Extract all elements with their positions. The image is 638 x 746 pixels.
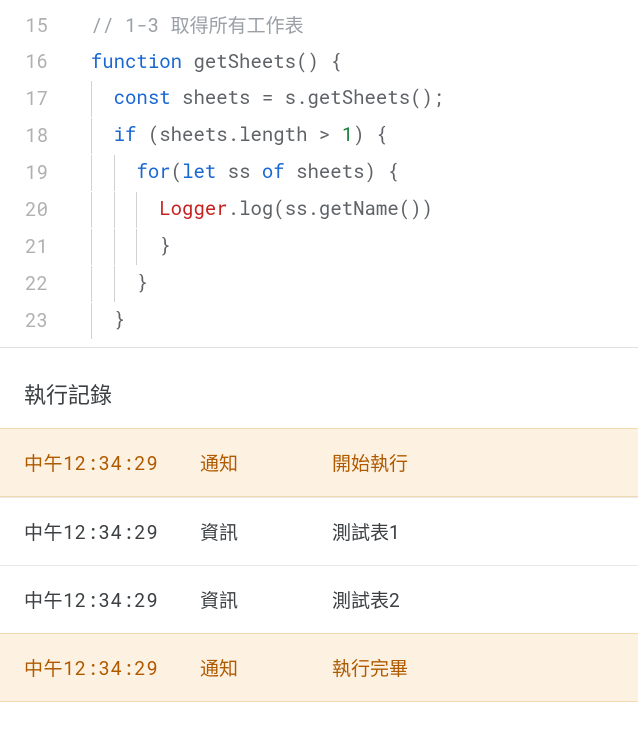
code-token: () { <box>296 49 342 74</box>
indent-guide <box>114 266 115 302</box>
indent-guide <box>114 155 115 191</box>
code-content[interactable]: } <box>68 228 638 265</box>
code-editor[interactable]: 15 // 1-3 取得所有工作表16 function getSheets()… <box>0 0 638 347</box>
log-type: 通知 <box>200 449 332 476</box>
indent-guide <box>91 303 92 339</box>
code-token: of <box>262 159 285 184</box>
code-token: ( <box>273 196 284 221</box>
code-token: // 1-3 取得所有工作表 <box>91 13 304 38</box>
code-line[interactable]: 20 Logger.log(ss.getName()) <box>0 191 638 228</box>
code-token: getSheets <box>193 49 296 74</box>
code-token: sheets <box>285 159 365 184</box>
line-number: 20 <box>0 192 68 228</box>
code-token: 1 <box>342 122 353 147</box>
code-token: ()) <box>399 196 433 221</box>
code-token: s. <box>273 85 307 110</box>
code-token: } <box>136 270 147 295</box>
log-timestamp: 中午12:34:29 <box>24 449 200 476</box>
code-content[interactable]: // 1-3 取得所有工作表 <box>68 8 638 44</box>
indent-guide <box>91 118 92 154</box>
code-line[interactable]: 15 // 1-3 取得所有工作表 <box>0 8 638 44</box>
indent-guide <box>136 192 137 228</box>
execution-log-table: 中午12:34:29通知開始執行中午12:34:29資訊測試表1中午12:34:… <box>0 428 638 702</box>
line-number: 15 <box>0 8 68 44</box>
log-message: 執行完畢 <box>332 654 614 681</box>
code-token: let <box>182 159 216 184</box>
code-content[interactable]: function getSheets() { <box>68 44 638 80</box>
code-token: log <box>239 196 273 221</box>
code-token: = <box>262 85 273 110</box>
code-token: ) { <box>353 122 387 147</box>
line-number: 16 <box>0 44 68 80</box>
code-token <box>330 122 341 147</box>
code-token: Logger <box>159 196 227 221</box>
code-token: ss. <box>285 196 319 221</box>
code-content[interactable]: const sheets = s.getSheets(); <box>68 80 638 117</box>
code-token: getName <box>319 196 399 221</box>
code-token: length <box>239 122 307 147</box>
indent-guide <box>91 266 92 302</box>
line-number: 19 <box>0 155 68 191</box>
code-content[interactable]: for(let ss of sheets) { <box>68 154 638 191</box>
indent-guide <box>91 229 92 265</box>
code-token <box>307 122 318 147</box>
execution-log-title: 執行記錄 <box>0 347 638 428</box>
code-token: (sheets. <box>136 122 239 147</box>
code-token: getSheets <box>307 85 410 110</box>
line-number: 23 <box>0 303 68 339</box>
code-token: ( <box>171 159 182 184</box>
code-token: for <box>136 159 170 184</box>
indent-guide <box>136 229 137 265</box>
code-content[interactable]: Logger.log(ss.getName()) <box>68 191 638 228</box>
log-row: 中午12:34:29通知開始執行 <box>0 428 638 497</box>
log-timestamp: 中午12:34:29 <box>24 654 200 681</box>
code-line[interactable]: 22 } <box>0 265 638 302</box>
code-token: } <box>159 233 170 258</box>
log-type: 資訊 <box>200 586 332 613</box>
log-message: 測試表2 <box>332 586 614 613</box>
code-token: ss <box>216 159 262 184</box>
log-type: 通知 <box>200 654 332 681</box>
code-line[interactable]: 16 function getSheets() { <box>0 44 638 80</box>
code-token: const <box>114 85 171 110</box>
code-token: > <box>319 122 330 147</box>
code-line[interactable]: 21 } <box>0 228 638 265</box>
log-row: 中午12:34:29通知執行完畢 <box>0 633 638 702</box>
indent-guide <box>114 229 115 265</box>
code-content[interactable]: } <box>68 265 638 302</box>
code-content[interactable]: if (sheets.length > 1) { <box>68 117 638 154</box>
code-token: if <box>114 122 137 147</box>
log-message: 開始執行 <box>332 449 614 476</box>
code-token: } <box>114 307 125 332</box>
code-line[interactable]: 18 if (sheets.length > 1) { <box>0 117 638 154</box>
code-token: sheets <box>171 85 262 110</box>
log-type: 資訊 <box>200 518 332 545</box>
code-content[interactable]: } <box>68 302 638 339</box>
line-number: 22 <box>0 266 68 302</box>
indent-guide <box>91 192 92 228</box>
code-token: ) { <box>365 159 399 184</box>
line-number: 18 <box>0 118 68 154</box>
line-number: 21 <box>0 229 68 265</box>
indent-guide <box>91 81 92 117</box>
log-timestamp: 中午12:34:29 <box>24 518 200 545</box>
code-token: function <box>91 49 182 74</box>
log-row: 中午12:34:29資訊測試表2 <box>0 565 638 633</box>
indent-guide <box>91 155 92 191</box>
code-token: (); <box>410 85 444 110</box>
indent-guide <box>114 192 115 228</box>
log-message: 測試表1 <box>332 518 614 545</box>
code-line[interactable]: 23 } <box>0 302 638 339</box>
code-line[interactable]: 17 const sheets = s.getSheets(); <box>0 80 638 117</box>
log-timestamp: 中午12:34:29 <box>24 586 200 613</box>
code-token <box>182 49 193 74</box>
log-row: 中午12:34:29資訊測試表1 <box>0 497 638 565</box>
code-line[interactable]: 19 for(let ss of sheets) { <box>0 154 638 191</box>
line-number: 17 <box>0 81 68 117</box>
code-token: . <box>228 196 239 221</box>
